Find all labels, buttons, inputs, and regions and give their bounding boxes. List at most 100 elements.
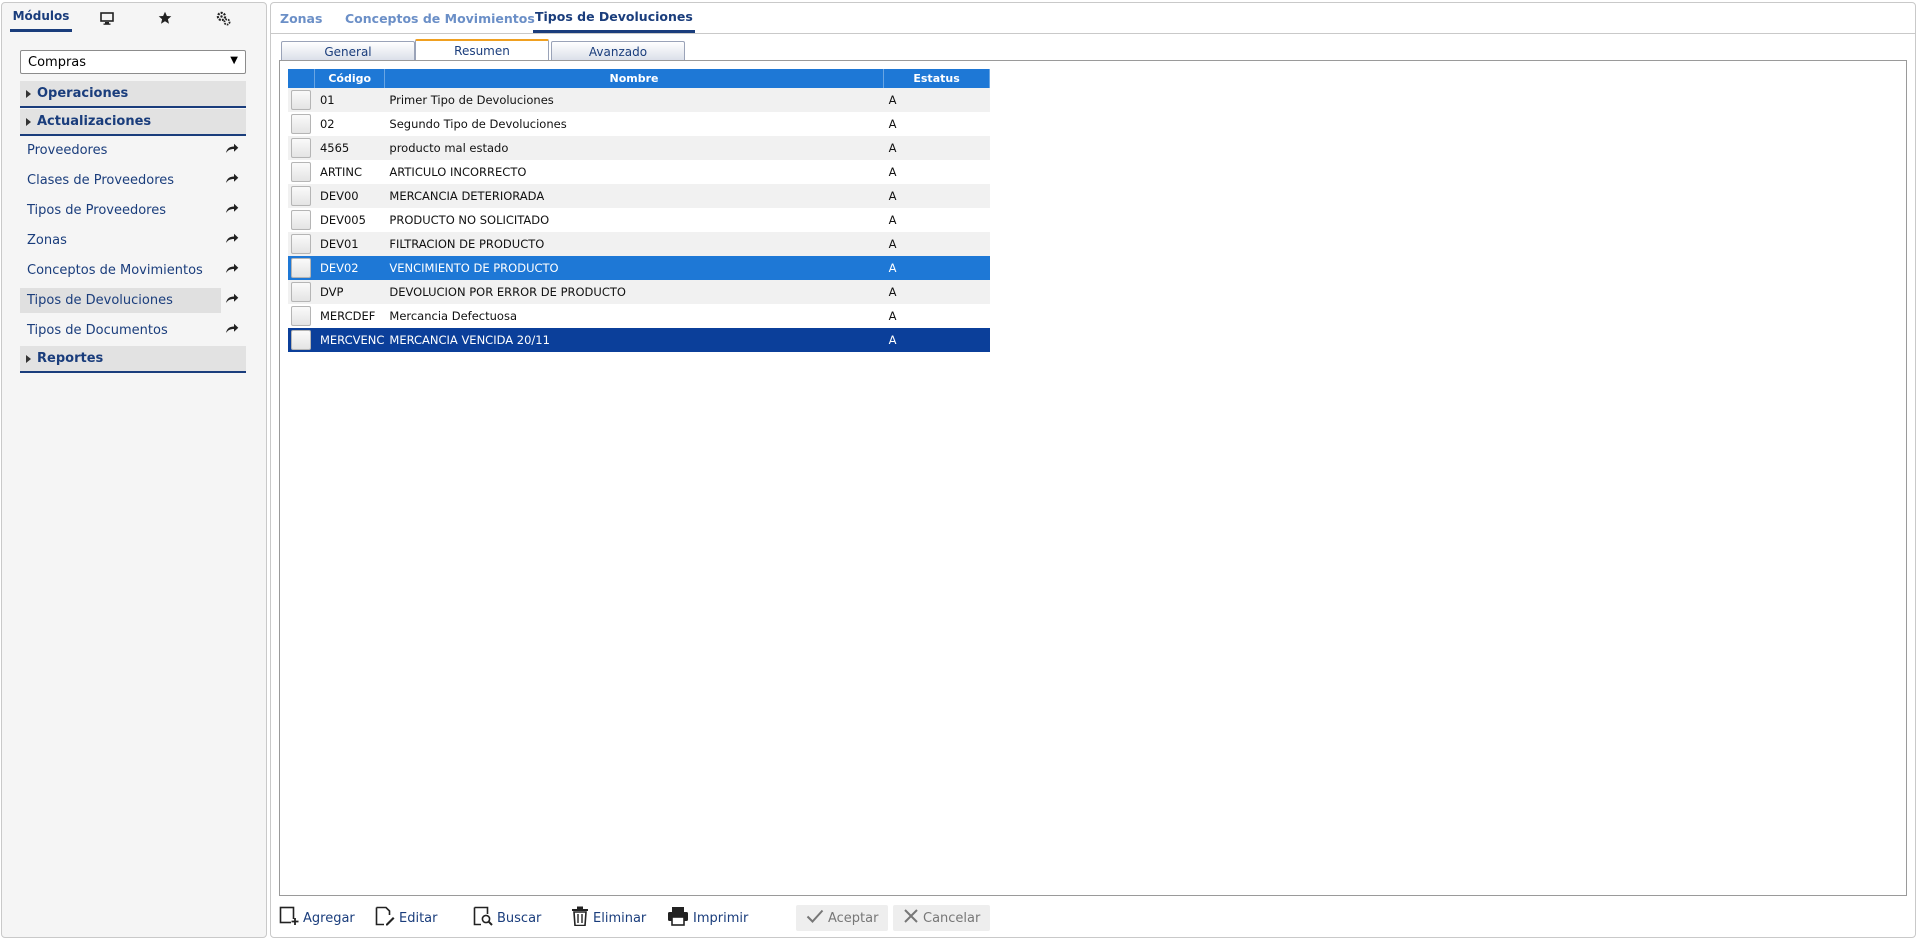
sidebar-tabs: Módulos [2, 3, 266, 33]
tab-zonas[interactable]: Zonas [278, 3, 324, 34]
row-checkbox[interactable] [291, 210, 311, 230]
subtab-label: Avanzado [588, 44, 648, 59]
row-select[interactable] [288, 160, 315, 184]
cell-nombre: producto mal estado [384, 136, 884, 160]
table-header-row: Código Nombre Estatus [288, 69, 990, 88]
table-row[interactable]: DEV005 PRODUCTO NO SOLICITADO A [288, 208, 990, 232]
cell-nombre: FILTRACION DE PRODUCTO [384, 232, 884, 256]
sidebar-item-proveedores[interactable]: Proveedores [20, 138, 246, 163]
cell-codigo: MERCVENC [314, 328, 385, 352]
row-checkbox[interactable] [291, 234, 311, 254]
row-checkbox[interactable] [291, 162, 311, 182]
row-checkbox[interactable] [291, 186, 311, 206]
tab-modulos[interactable]: Módulos [10, 3, 72, 32]
table-row[interactable]: DEV01 FILTRACION DE PRODUCTO A [288, 232, 990, 256]
row-checkbox[interactable] [291, 114, 311, 134]
cell-estatus: A [883, 256, 990, 280]
table-row-selected[interactable]: DEV02 VENCIMIENTO DE PRODUCTO A [288, 256, 990, 280]
expand-triangle-icon [26, 117, 31, 126]
module-select[interactable]: Compras ▼ [20, 50, 246, 74]
share-arrow-icon [225, 203, 239, 218]
row-select[interactable] [288, 232, 315, 256]
row-select[interactable] [288, 256, 315, 280]
sidebar-item-label: Conceptos de Movimientos [27, 263, 203, 278]
tab-label: Zonas [280, 11, 323, 26]
cell-estatus: A [883, 112, 990, 136]
action-toolbar: Agregar Editar Buscar Eliminar Imprimir … [271, 901, 1915, 935]
section-actualizaciones[interactable]: Actualizaciones [20, 109, 246, 136]
section-operaciones[interactable]: Operaciones [20, 81, 246, 108]
subtab-general[interactable]: General [281, 41, 415, 61]
subtab-resumen[interactable]: Resumen [415, 39, 549, 61]
tab-settings[interactable] [200, 3, 246, 33]
module-select-value: Compras [28, 54, 87, 70]
eliminar-button[interactable]: Eliminar [571, 905, 646, 931]
row-checkbox[interactable] [291, 258, 311, 278]
sidebar-item-zonas[interactable]: Zonas [20, 228, 246, 253]
share-arrow-icon [225, 263, 239, 278]
sidebar-item-label: Proveedores [27, 143, 108, 158]
sidebar-item-conceptos-movimientos[interactable]: Conceptos de Movimientos [20, 258, 246, 283]
row-select[interactable] [288, 328, 315, 352]
cell-nombre: ARTICULO INCORRECTO [384, 160, 884, 184]
header-codigo[interactable]: Código [314, 69, 385, 88]
table-row-focused[interactable]: MERCVENC MERCANCIA VENCIDA 20/11 A [288, 328, 990, 352]
row-select[interactable] [288, 112, 315, 136]
cell-estatus: A [883, 136, 990, 160]
sidebar-item-tipos-proveedores[interactable]: Tipos de Proveedores [20, 198, 246, 223]
tab-monitor[interactable] [84, 3, 130, 33]
table-row[interactable]: 02 Segundo Tipo de Devoluciones A [288, 112, 990, 136]
header-estatus[interactable]: Estatus [883, 69, 990, 88]
row-checkbox[interactable] [291, 90, 311, 110]
editar-label: Editar [399, 910, 438, 926]
tab-tipos-devoluciones[interactable]: Tipos de Devoluciones [533, 3, 695, 33]
tab-modulos-label: Módulos [12, 9, 70, 23]
cell-codigo: 01 [314, 88, 385, 112]
row-select[interactable] [288, 304, 315, 328]
sidebar-item-tipos-devoluciones[interactable]: Tipos de Devoluciones [20, 288, 239, 313]
agregar-button[interactable]: Agregar [279, 905, 355, 931]
buscar-button[interactable]: Buscar [473, 905, 541, 931]
row-select[interactable] [288, 280, 315, 304]
row-select[interactable] [288, 136, 315, 160]
cell-estatus: A [883, 232, 990, 256]
sidebar-item-tipos-documentos[interactable]: Tipos de Documentos [20, 318, 246, 343]
cell-nombre: Mercancia Defectuosa [384, 304, 884, 328]
header-select[interactable] [288, 69, 316, 88]
subtab-label: Resumen [454, 44, 510, 58]
row-checkbox[interactable] [291, 138, 311, 158]
row-checkbox[interactable] [291, 282, 311, 302]
row-select[interactable] [288, 208, 315, 232]
header-nombre[interactable]: Nombre [384, 69, 885, 88]
table-row[interactable]: MERCDEF Mercancia Defectuosa A [288, 304, 990, 328]
table-row[interactable]: 4565 producto mal estado A [288, 136, 990, 160]
sidebar-item-clases-proveedores[interactable]: Clases de Proveedores [20, 168, 246, 193]
subtab-label: General [324, 44, 372, 59]
row-checkbox[interactable] [291, 330, 311, 350]
devoluciones-table: Código Nombre Estatus 01 Primer Tipo de … [288, 69, 990, 352]
cell-nombre: PRODUCTO NO SOLICITADO [384, 208, 884, 232]
top-tabs: Zonas Conceptos de Movimientos Tipos de … [271, 3, 1915, 34]
section-reportes[interactable]: Reportes [20, 346, 246, 373]
row-select[interactable] [288, 184, 315, 208]
imprimir-button[interactable]: Imprimir [667, 905, 748, 931]
tab-favorites[interactable] [142, 3, 188, 33]
editar-button[interactable]: Editar [375, 905, 438, 931]
table-row[interactable]: DVP DEVOLUCION POR ERROR DE PRODUCTO A [288, 280, 990, 304]
cell-estatus: A [883, 208, 990, 232]
cell-estatus: A [883, 280, 990, 304]
table-row[interactable]: ARTINC ARTICULO INCORRECTO A [288, 160, 990, 184]
cancelar-button[interactable]: Cancelar [893, 905, 991, 931]
table-row[interactable]: DEV00 MERCANCIA DETERIORADA A [288, 184, 990, 208]
row-select[interactable] [288, 88, 315, 112]
sidebar-item-label: Clases de Proveedores [27, 173, 175, 188]
sidebar-item-label: Tipos de Devoluciones [27, 293, 173, 308]
tab-conceptos-movimientos[interactable]: Conceptos de Movimientos [343, 3, 537, 34]
cell-nombre: MERCANCIA DETERIORADA [384, 184, 884, 208]
aceptar-button[interactable]: Aceptar [796, 905, 889, 931]
subtab-avanzado[interactable]: Avanzado [551, 41, 685, 61]
table-row[interactable]: 01 Primer Tipo de Devoluciones A [288, 88, 990, 112]
main-panel: Zonas Conceptos de Movimientos Tipos de … [270, 2, 1916, 938]
close-icon [903, 908, 923, 928]
row-checkbox[interactable] [291, 306, 311, 326]
